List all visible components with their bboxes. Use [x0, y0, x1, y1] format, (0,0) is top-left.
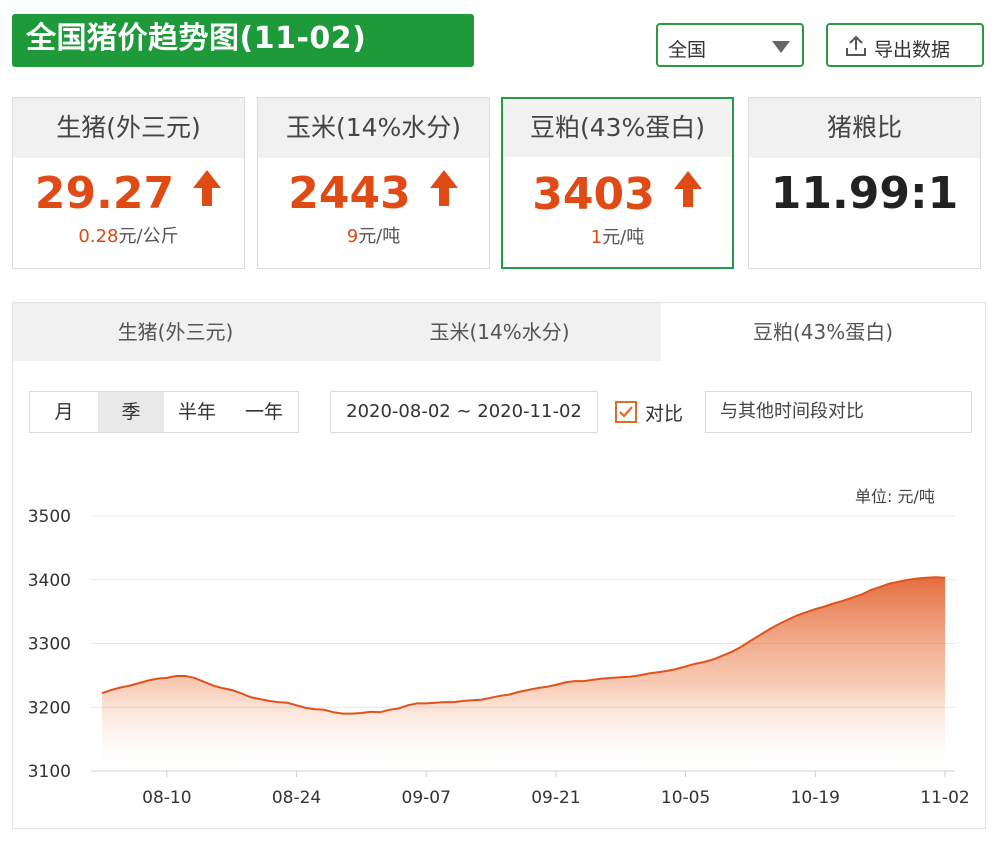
- change-unit: 元/吨: [358, 226, 401, 247]
- date-range-picker[interactable]: 2020-08-02 ~ 2020-11-02: [330, 391, 598, 433]
- period-option-month[interactable]: 月: [30, 392, 98, 432]
- export-data-button[interactable]: 导出数据: [826, 23, 984, 67]
- card-title: 猪粮比: [749, 98, 980, 158]
- y-tick-label: 3300: [28, 635, 71, 655]
- x-tick-label: 10-05: [661, 788, 710, 808]
- price-change: 1元/吨: [503, 223, 732, 249]
- x-tick-label: 11-02: [920, 788, 969, 808]
- arrow-up-icon: [192, 168, 222, 219]
- y-tick-label: 3500: [28, 507, 71, 527]
- price-area: [102, 577, 945, 771]
- x-tick-label: 09-07: [402, 788, 451, 808]
- card-soymeal-price[interactable]: 豆粕(43%蛋白) 3403 1元/吨: [501, 97, 734, 269]
- x-tick-label: 08-10: [142, 788, 191, 808]
- card-title: 豆粕(43%蛋白): [503, 99, 732, 157]
- region-select[interactable]: 全国: [656, 23, 804, 67]
- card-hog-grain-ratio[interactable]: 猪粮比 11.99:1: [748, 97, 981, 269]
- x-tick-label: 10-19: [791, 788, 840, 808]
- card-price: 3403: [503, 169, 732, 220]
- price-value: 3403: [532, 169, 655, 220]
- tab-hog[interactable]: 生猪(外三元): [13, 303, 338, 361]
- change-amount: 9: [346, 226, 359, 247]
- price-value: 2443: [288, 168, 411, 219]
- check-icon: [619, 406, 633, 418]
- arrow-up-icon: [673, 169, 703, 220]
- period-selector: 月 季 半年 一年: [29, 391, 299, 433]
- price-change: 0.28元/公斤: [13, 222, 244, 248]
- y-tick-label: 3400: [28, 571, 71, 591]
- change-unit: 元/吨: [602, 227, 645, 248]
- price-trend-chart: 3100 3200 3300 3400 3500 08-10 08-24 09-07 09-2…: [28, 507, 970, 808]
- card-title: 玉米(14%水分): [258, 98, 489, 158]
- y-tick-label: 3200: [28, 698, 71, 718]
- chart-panel: 生猪(外三元) 玉米(14%水分) 豆粕(43%蛋白) 月 季 半年 一年 20…: [12, 302, 986, 829]
- arrow-up-icon: [429, 168, 459, 219]
- change-unit: 元/公斤: [118, 226, 179, 247]
- card-price: 2443: [258, 168, 489, 219]
- card-price: 29.27: [13, 168, 244, 219]
- card-corn-price[interactable]: 玉米(14%水分) 2443 9元/吨: [257, 97, 490, 269]
- period-option-half-year[interactable]: 半年: [164, 392, 230, 432]
- compare-checkbox[interactable]: [615, 401, 637, 423]
- change-amount: 0.28: [78, 226, 119, 247]
- upload-icon: [846, 35, 866, 56]
- compare-period-input[interactable]: 与其他时间段对比: [705, 391, 972, 433]
- change-amount: 1: [590, 227, 603, 248]
- region-select-value: 全国: [668, 39, 707, 61]
- card-hog-price[interactable]: 生猪(外三元) 29.27 0.28元/公斤: [12, 97, 245, 269]
- price-value: 29.27: [34, 168, 175, 219]
- tab-corn[interactable]: 玉米(14%水分): [338, 303, 661, 361]
- tab-soymeal[interactable]: 豆粕(43%蛋白): [661, 303, 985, 361]
- compare-label: 对比: [645, 403, 684, 425]
- period-option-quarter[interactable]: 季: [98, 392, 164, 432]
- chevron-down-icon: [772, 41, 790, 53]
- x-tick-label: 09-21: [531, 788, 580, 808]
- period-option-year[interactable]: 一年: [230, 392, 298, 432]
- export-data-label: 导出数据: [874, 39, 951, 61]
- card-title: 生猪(外三元): [13, 98, 244, 158]
- commodity-tabs: 生猪(外三元) 玉米(14%水分) 豆粕(43%蛋白): [13, 303, 985, 361]
- x-tick-label: 08-24: [272, 788, 321, 808]
- price-change: 9元/吨: [258, 222, 489, 248]
- y-tick-label: 3100: [28, 762, 71, 782]
- ratio-value: 11.99:1: [770, 168, 959, 219]
- page-title: 全国猪价趋势图(11-02): [12, 14, 474, 67]
